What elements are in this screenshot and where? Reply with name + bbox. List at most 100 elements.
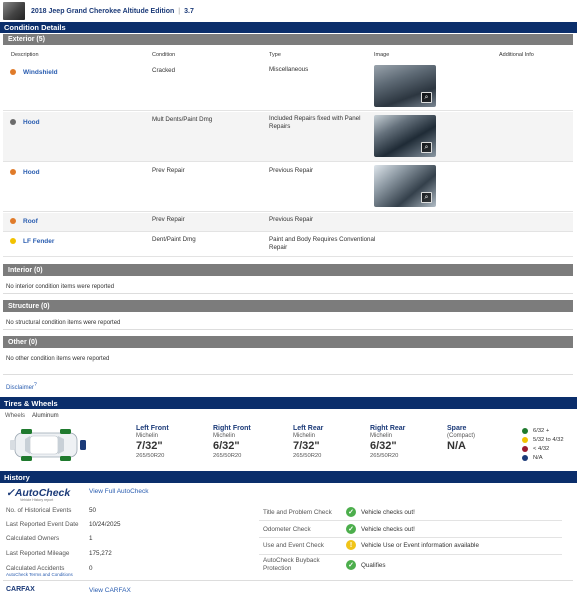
check-result: ✓ Vehicle checks out! xyxy=(346,524,415,534)
condition-details-header: Condition Details xyxy=(0,22,577,33)
zoom-icon[interactable]: ⌕ xyxy=(421,142,432,153)
check-icon: ✓ xyxy=(346,507,356,517)
col-type: Type xyxy=(269,52,281,58)
check-icon: ✓ xyxy=(346,524,356,534)
vehicle-thumbnail[interactable] xyxy=(3,2,25,20)
item-condition: Prev Repair xyxy=(152,167,185,174)
structure-note: No structural condition items were repor… xyxy=(6,320,121,326)
stat-value: 1 xyxy=(89,535,93,542)
tire-right-rear: Right Rear Michelin 6/32" 265/50R20 xyxy=(370,425,450,459)
tire-position: Right Rear xyxy=(370,425,406,432)
damage-photo[interactable]: ⌕ xyxy=(374,165,436,207)
stat-value: 0 xyxy=(89,565,93,572)
carfax-logo: CARFAX xyxy=(6,586,35,593)
vehicle-title[interactable]: 2018 Jeep Grand Cherokee Altitude Editio… xyxy=(31,8,174,15)
tire-position: Spare xyxy=(447,425,467,432)
check-result: ✓ Qualifies xyxy=(346,560,386,570)
tire-brand: (Compact) xyxy=(447,433,476,439)
severity-dot xyxy=(10,119,16,125)
check-label: Odometer Check xyxy=(263,526,311,533)
title-separator: | xyxy=(178,7,181,15)
tire-tread: 7/32" xyxy=(293,440,320,452)
tire-tread: 6/32" xyxy=(213,440,240,452)
tire-position: Left Rear xyxy=(293,425,324,432)
tire-tread: 7/32" xyxy=(136,440,163,452)
stat-value: 175,272 xyxy=(89,550,112,557)
exterior-column-headers: Description Condition Type Image Additio… xyxy=(3,50,573,60)
other-section-header[interactable]: Other (0) xyxy=(3,336,573,348)
tire-size: 265/50R20 xyxy=(136,453,165,459)
wheels-label: Wheels xyxy=(5,413,26,419)
tire-right-front: Right Front Michelin 6/32" 265/50R20 xyxy=(213,425,293,459)
stat-value: 50 xyxy=(89,507,97,514)
item-description[interactable]: Windshield xyxy=(23,69,58,76)
item-condition: Cracked xyxy=(152,67,176,74)
item-type: Previous Repair xyxy=(269,216,314,223)
view-full-autocheck-link[interactable]: View Full AutoCheck xyxy=(89,488,149,495)
item-type: Included Repairs fixed with Panel Repair… xyxy=(269,115,361,130)
severity-dot xyxy=(10,238,16,244)
interior-section-header[interactable]: Interior (0) xyxy=(3,264,573,276)
check-result: ✓ Vehicle checks out! xyxy=(346,507,415,517)
tread-legend: 6/32 + 5/32 to 4/32 < 4/32 N/A xyxy=(522,426,577,462)
item-type: Miscellaneous xyxy=(269,66,309,73)
autocheck-terms-link[interactable]: AutoCheck Terms and Conditions xyxy=(6,572,73,577)
item-description[interactable]: Hood xyxy=(23,169,40,176)
item-condition: Mult Dents/Paint Dmg xyxy=(152,116,213,123)
autocheck-logo: ✓AutoCheck Vehicle History report xyxy=(6,487,71,502)
tire-spare: Spare (Compact) N/A xyxy=(447,425,527,453)
legend-item: 5/32 to 4/32 xyxy=(522,435,577,444)
tires-wheels-header: Tires & Wheels xyxy=(0,397,577,409)
col-additional-info: Additional Info xyxy=(499,52,534,58)
tire-tread: 6/32" xyxy=(370,440,397,452)
damage-photo[interactable]: ⌕ xyxy=(374,115,436,157)
exterior-row: Hood Mult Dents/Paint Dmg Included Repai… xyxy=(3,112,573,162)
tire-size: 265/50R20 xyxy=(213,453,242,459)
view-carfax-link[interactable]: View CARFAX xyxy=(89,587,131,594)
tire-tread: N/A xyxy=(447,440,466,452)
tire-size: 265/50R20 xyxy=(370,453,399,459)
tire-brand: Michelin xyxy=(136,433,159,439)
disclaimer-link[interactable]: Disclaimer? xyxy=(6,382,37,391)
vehicle-header: 2018 Jeep Grand Cherokee Altitude Editio… xyxy=(0,0,577,22)
structure-section-header[interactable]: Structure (0) xyxy=(3,300,573,312)
item-description[interactable]: Hood xyxy=(23,119,40,126)
zoom-icon[interactable]: ⌕ xyxy=(421,192,432,203)
tire-left-front: Left Front Michelin 7/32" 265/50R20 xyxy=(136,425,216,459)
check-label: AutoCheck Buyback Protection xyxy=(263,557,320,572)
tire-brand: Michelin xyxy=(370,433,393,439)
warning-icon: ! xyxy=(346,540,356,550)
stat-value: 10/24/2025 xyxy=(89,521,121,528)
legend-swatch xyxy=(522,436,528,443)
exterior-row: Hood Prev Repair Previous Repair ⌕ xyxy=(3,163,573,212)
exterior-row: Roof Prev Repair Previous Repair xyxy=(3,213,573,232)
legend-swatch xyxy=(522,445,528,452)
interior-note: No interior condition items were reporte… xyxy=(6,284,115,290)
item-condition: Prev Repair xyxy=(152,216,185,223)
exterior-row: LF Fender Dent/Paint Dmg Paint and Body … xyxy=(3,233,573,257)
stat-label: No. of Historical Events xyxy=(6,507,72,514)
wheels-value: Aluminum xyxy=(32,413,59,419)
tire-brand: Michelin xyxy=(293,433,316,439)
legend-swatch xyxy=(522,454,528,461)
exterior-section-header[interactable]: Exterior (5) xyxy=(3,34,573,45)
item-description[interactable]: LF Fender xyxy=(23,238,54,245)
tire-position: Right Front xyxy=(213,425,251,432)
tire-position: Left Front xyxy=(136,425,169,432)
tire-brand: Michelin xyxy=(213,433,236,439)
item-description[interactable]: Roof xyxy=(23,218,38,225)
check-result: ! Vehicle Use or Event information availa… xyxy=(346,540,479,550)
tire-left-rear: Left Rear Michelin 7/32" 265/50R20 xyxy=(293,425,373,459)
zoom-icon[interactable]: ⌕ xyxy=(421,92,432,103)
check-label: Title and Problem Check xyxy=(263,509,332,516)
condition-score: 3.7 xyxy=(184,7,194,15)
stat-label: Last Reported Event Date xyxy=(6,521,79,528)
severity-dot xyxy=(10,69,16,75)
check-icon: ✓ xyxy=(346,560,356,570)
damage-photo[interactable]: ⌕ xyxy=(374,65,436,107)
stat-label: Last Reported Mileage xyxy=(6,550,70,557)
info-icon: ? xyxy=(34,382,37,388)
check-label: Use and Event Check xyxy=(263,542,324,549)
legend-swatch xyxy=(522,427,528,434)
other-note: No other condition items were reported xyxy=(6,356,110,362)
